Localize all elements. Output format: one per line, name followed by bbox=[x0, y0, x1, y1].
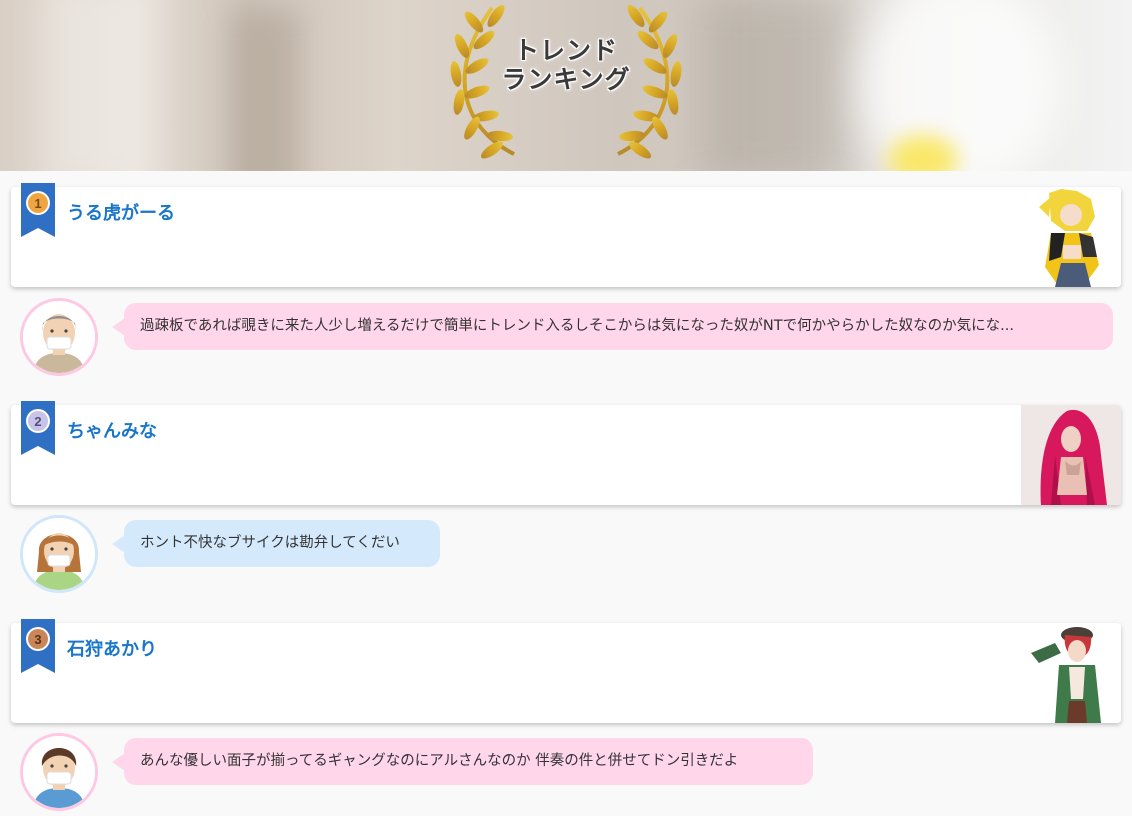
ranking-card-1[interactable]: 1 うる虎がーる bbox=[11, 183, 1121, 287]
character-thumbnail-icon bbox=[1021, 405, 1121, 505]
trend-name[interactable]: 石狩あかり bbox=[67, 635, 157, 661]
ranking-card-2[interactable]: 2 ちゃんみな bbox=[11, 401, 1121, 505]
rank-number: 1 bbox=[34, 196, 41, 211]
comment-bubble: ホント不快なブサイクは勘弁してくだい bbox=[112, 520, 440, 567]
page-title: トレンド ランキング bbox=[501, 36, 631, 94]
comment-bubble: 過疎板であれば覗きに来た人少し増えるだけで簡単にトレンド入るしそこからは気になっ… bbox=[112, 303, 1113, 350]
ranking-card-3[interactable]: 3 石狩あかり bbox=[11, 619, 1121, 723]
trend-name[interactable]: ちゃんみな bbox=[67, 417, 157, 443]
user-avatar-icon bbox=[20, 515, 98, 593]
rank-ribbon-icon: 1 bbox=[21, 183, 55, 237]
comment-bubble: あんな優しい面子が揃ってるギャングなのにアルさんなのか 伴奏の件と併せてドン引き… bbox=[112, 738, 813, 785]
character-thumbnail-icon bbox=[1021, 623, 1121, 723]
rank-number: 2 bbox=[34, 414, 41, 429]
rank-ribbon-icon: 3 bbox=[21, 619, 55, 673]
user-avatar-icon bbox=[20, 733, 98, 811]
header-banner: トレンド ランキング bbox=[0, 0, 1132, 171]
user-avatar-icon bbox=[20, 298, 98, 376]
character-thumbnail-icon bbox=[1021, 187, 1121, 287]
trend-name[interactable]: うる虎がーる bbox=[67, 199, 175, 225]
thumbnail-image[interactable] bbox=[1021, 623, 1121, 723]
thumbnail-image[interactable] bbox=[1021, 405, 1121, 505]
rank-ribbon-icon: 2 bbox=[21, 401, 55, 455]
rank-number: 3 bbox=[34, 632, 41, 647]
thumbnail-image[interactable] bbox=[1021, 187, 1121, 287]
